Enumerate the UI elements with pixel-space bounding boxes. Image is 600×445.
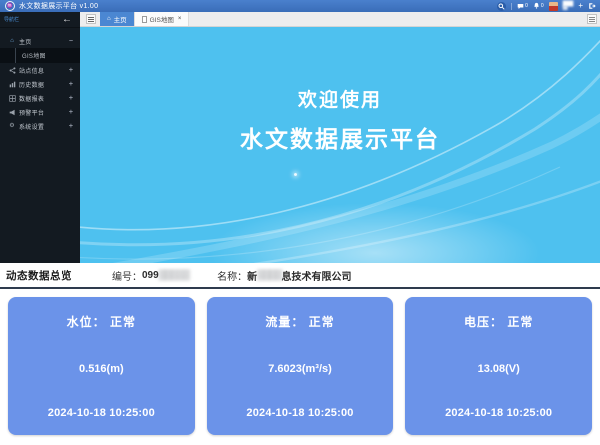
section-divider: [0, 287, 600, 289]
code-value: 099: [142, 270, 159, 281]
megaphone-icon: [8, 109, 16, 116]
tree-guide-line: [15, 48, 16, 63]
sidebar-item-alerts[interactable]: 预警平台 +: [0, 105, 80, 119]
expand-plus-icon: +: [69, 81, 73, 88]
sidebar-item-stations[interactable]: 站点信息 +: [0, 63, 80, 77]
topbar-divider: [511, 3, 512, 10]
home-icon: ⌂: [8, 38, 16, 44]
tab-home[interactable]: ⌂ 主页: [100, 12, 134, 26]
logout-icon[interactable]: [588, 2, 596, 10]
expand-plus-icon: +: [69, 109, 73, 116]
card-title: 水位： 正常: [8, 313, 195, 330]
sidebar-item-home[interactable]: ⌂ 主页 −: [0, 34, 80, 48]
top-bar: ♒ 水文数据展示平台 v1.00 0 0: [0, 0, 600, 12]
name-value-prefix: 新: [247, 268, 257, 283]
tab-list-icon: [589, 17, 595, 22]
flow-rate-card: 流量： 正常 7.6023(m³/s) 2024-10-18 10:25:00: [207, 297, 394, 435]
user-avatar[interactable]: [549, 2, 558, 11]
sidebar-brand: 导航栏: [4, 16, 19, 23]
sidebar-item-settings[interactable]: ⚙ 系统设置 +: [0, 119, 80, 133]
tab-gis-label: GIS地图: [150, 14, 174, 24]
message-count-badge: 0: [525, 3, 528, 9]
sidebar-menu: ⌂ 主页 − GIS地图 站点信息 +: [0, 28, 80, 133]
sidebar-item-label: GIS地图: [22, 51, 46, 60]
name-label: 名称：: [217, 268, 247, 283]
user-role: ██: [563, 7, 574, 11]
status-cards: 水位： 正常 0.516(m) 2024-10-18 10:25:00 流量： …: [0, 297, 600, 435]
messages-button[interactable]: 0: [517, 3, 528, 10]
welcome-line1: 欢迎使用: [80, 85, 600, 112]
sidebar-toggle-button[interactable]: [86, 14, 96, 24]
code-redacted: ▒▒▒▒▒: [159, 270, 189, 281]
section-title: 动态数据总览: [6, 268, 72, 283]
card-value: 7.6023(m³/s): [207, 363, 394, 375]
user-info[interactable]: ███ ██: [563, 2, 574, 11]
sidebar: 导航栏 ← ⌂ 主页 − GIS地图 站点信息: [0, 12, 80, 263]
sidebar-item-label: 预警平台: [19, 108, 44, 117]
sidebar-item-label: 数据报表: [19, 94, 44, 103]
collapse-minus-icon: −: [69, 38, 73, 45]
add-button[interactable]: +: [578, 1, 583, 11]
app-title: 水文数据展示平台 v1.00: [19, 1, 98, 11]
gear-icon: ⚙: [8, 123, 16, 129]
card-timestamp: 2024-10-18 10:25:00: [207, 407, 394, 419]
station-code: 编号： 099 ▒▒▒▒▒: [112, 268, 189, 283]
welcome-line2: 水文数据展示平台: [80, 120, 600, 154]
sidebar-item-gis-map[interactable]: GIS地图: [0, 48, 80, 63]
tab-home-label: 主页: [114, 14, 127, 24]
overview-row: 动态数据总览 编号： 099 ▒▒▒▒▒ 名称： 新 ▒▒▒▒ 息技术有限公司: [0, 263, 600, 287]
sidebar-item-history-data[interactable]: 历史数据 +: [0, 77, 80, 91]
close-icon[interactable]: ×: [178, 16, 182, 22]
expand-plus-icon: +: [69, 67, 73, 74]
grid-icon: [8, 95, 16, 102]
expand-plus-icon: +: [69, 123, 73, 130]
code-label: 编号：: [112, 268, 142, 283]
tab-list-button[interactable]: [587, 14, 597, 24]
notifications-button[interactable]: 0: [533, 2, 544, 10]
card-timestamp: 2024-10-18 10:25:00: [405, 407, 592, 419]
bar-chart-icon: [8, 81, 16, 88]
app-logo-icon: ♒: [5, 1, 15, 11]
home-icon: ⌂: [107, 16, 111, 22]
search-icon: [498, 3, 505, 10]
water-level-card: 水位： 正常 0.516(m) 2024-10-18 10:25:00: [8, 297, 195, 435]
station-name: 名称： 新 ▒▒▒▒ 息技术有限公司: [217, 268, 351, 283]
voltage-card: 电压： 正常 13.08(V) 2024-10-18 10:25:00: [405, 297, 592, 435]
card-value: 0.516(m): [8, 363, 195, 375]
app-window: ♒ 水文数据展示平台 v1.00 0 0: [0, 0, 600, 445]
message-icon: [517, 3, 524, 10]
glow-decoration: [210, 203, 540, 263]
name-value-suffix: 息技术有限公司: [281, 268, 351, 283]
collapse-arrow-icon[interactable]: ←: [62, 13, 72, 26]
expand-plus-icon: +: [69, 95, 73, 102]
sparkle-decoration: [294, 173, 297, 176]
welcome-banner: 欢迎使用 水文数据展示平台: [80, 27, 600, 263]
alert-count-badge: 0: [541, 3, 544, 9]
sidebar-item-reports[interactable]: 数据报表 +: [0, 91, 80, 105]
name-redacted: ▒▒▒▒: [257, 270, 281, 281]
tab-gis[interactable]: GIS地图 ×: [134, 12, 190, 26]
card-title: 流量： 正常: [207, 313, 394, 330]
search-button[interactable]: [497, 2, 506, 11]
card-title: 电压： 正常: [405, 313, 592, 330]
document-icon: [142, 16, 147, 23]
share-nodes-icon: [8, 67, 16, 74]
card-timestamp: 2024-10-18 10:25:00: [8, 407, 195, 419]
sidebar-item-label: 主页: [19, 37, 32, 46]
sidebar-header: 导航栏 ←: [0, 12, 80, 28]
tab-bar: ⌂ 主页 GIS地图 ×: [80, 12, 600, 27]
hamburger-icon: [88, 17, 94, 22]
bell-icon: [533, 2, 540, 10]
card-value: 13.08(V): [405, 363, 592, 375]
sidebar-item-label: 历史数据: [19, 80, 44, 89]
sidebar-item-label: 站点信息: [19, 66, 44, 75]
sidebar-item-label: 系统设置: [19, 122, 44, 131]
